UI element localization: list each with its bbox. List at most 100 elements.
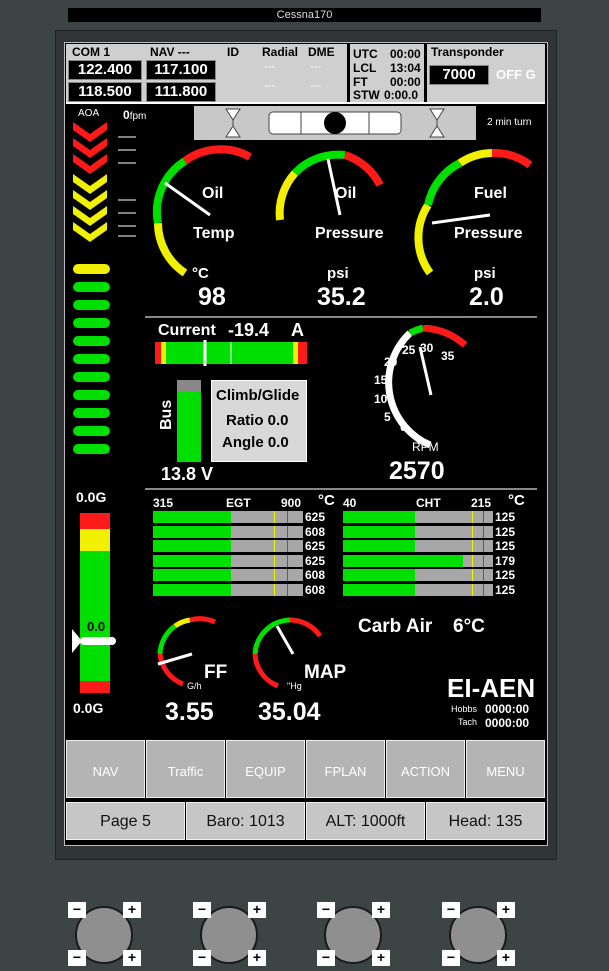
baro-setting[interactable]: Baro: 1013 [186,802,305,840]
clock-panel[interactable]: UTC 00:00 LCL 13:04 FT 00:00 STW 0:00.0 [350,44,424,102]
carb-air-label: Carb Air [358,616,433,637]
cht-bar-fill [343,554,463,567]
egt-bar [153,584,303,596]
nav-label: NAV --- [150,45,190,59]
egt-caution-mark [274,511,275,523]
knob-decrease-button[interactable]: − [193,902,211,918]
climb-glide-title: Climb/Glide [216,387,300,404]
ratio-value: 0.0 [267,412,289,429]
cht-caution-mark [472,584,473,596]
nav-active-frequency[interactable]: 117.100 [146,60,216,80]
cht-caution-mark [472,569,473,582]
knob-decrease-button[interactable]: − [442,902,460,918]
egt-bar-fill [153,540,231,553]
menu-button[interactable]: MENU [466,740,545,798]
knob-decrease-button[interactable]: − [317,902,335,918]
egt-limit-mark [287,511,288,523]
bus-value: 13.8 V [161,464,214,484]
heading-setting[interactable]: Head: 135 [426,802,545,840]
gmeter-bar [80,513,110,693]
knob-increase-button[interactable]: + [372,902,390,918]
rpm-value: 2570 [389,457,445,485]
knob-increase-button[interactable]: + [123,902,141,918]
stw-label: STW [353,88,380,102]
ft-time: 00:00 [390,75,421,89]
altitude-setting[interactable]: ALT: 1000ft [306,802,425,840]
cht-bar [343,525,493,538]
knob-decrease-button[interactable]: − [193,950,211,966]
transponder-mode[interactable]: OFF G [496,67,536,82]
page-indicator[interactable]: Page 5 [66,802,185,840]
knob-increase-button[interactable]: + [248,902,266,918]
tach-value: 0000:00 [485,716,530,730]
oil-pressure-unit: psi [327,265,349,282]
knob-decrease-button[interactable]: − [68,902,86,918]
com-active-frequency[interactable]: 122.400 [68,60,142,80]
traffic-button[interactable]: Traffic [146,740,225,798]
radial-label: Radial [262,45,299,59]
turn-coordinator [194,106,476,140]
aoa-bar [73,264,110,274]
lcl-label: LCL [353,61,377,75]
egt-value: 608 [305,524,326,539]
engine-gauges-top [152,145,533,277]
cht-label: CHT [416,496,441,510]
cht-limit-mark [483,511,484,523]
aoa-bar [73,354,110,364]
cht-limit-mark [483,525,484,538]
knob-decrease-button[interactable]: − [317,950,335,966]
ff-value: 3.55 [165,698,214,726]
hobbs-label: Hobbs [451,704,478,714]
cht-limit-mark [483,584,484,596]
egt-bar [153,511,303,523]
aoa-bar [73,444,110,454]
stw-time: 0:00.0 [384,88,419,102]
cht-limit-mark [483,554,484,567]
cht-bar-fill [343,525,415,538]
knob-increase-button[interactable]: + [372,950,390,966]
knob-increase-button[interactable]: + [123,950,141,966]
egt-label: EGT [226,496,251,510]
egt-caution-mark [274,569,275,582]
cht-caution-mark [472,540,473,553]
transponder-code[interactable]: 7000 [429,65,489,85]
bus-bar [177,380,201,462]
cht-bar [343,511,493,523]
com-standby-frequency[interactable]: 118.500 [68,82,142,102]
nav-button[interactable]: NAV [66,740,145,798]
cht-caution-mark [472,525,473,538]
egt-limit-mark [287,540,288,553]
cht-limit-mark [483,569,484,582]
knob-decrease-button[interactable]: − [442,950,460,966]
gmeter-top-value: 0.0G [76,489,107,505]
nav-standby-frequency[interactable]: 111.800 [146,82,216,102]
fuel-pressure-value: 2.0 [469,283,504,311]
cht-bar [343,554,493,567]
cht-bar [343,540,493,553]
carb-air-value: 6°C [453,616,485,637]
ff-unit: G/h [187,681,202,691]
dme-standby-value: --- [310,80,321,92]
rpm-tick: 30 [420,341,434,355]
oil-temp-line2: Temp [193,225,235,242]
dme-value: --- [310,61,321,73]
action-button[interactable]: ACTION [386,740,465,798]
com-label: COM 1 [72,45,111,59]
knob-increase-button[interactable]: + [248,950,266,966]
knob-increase-button[interactable]: + [497,902,515,918]
equip-button[interactable]: EQUIP [226,740,305,798]
gmeter-current-value: 0.0 [87,619,106,634]
cht-bar [343,584,493,596]
knob-decrease-button[interactable]: − [68,950,86,966]
fuel-pressure-line2: Pressure [454,225,523,242]
egt-unit: °C [318,492,335,509]
aoa-bar [73,372,110,382]
cht-value: 125 [495,510,516,524]
knob-increase-button[interactable]: + [497,950,515,966]
aoa-bar [73,408,110,418]
current-bar [155,340,307,366]
egt-bar-fill [153,584,231,596]
oil-temp-line1: Oil [202,185,224,202]
oil-temp-value: 98 [198,283,226,311]
fplan-button[interactable]: FPLAN [306,740,385,798]
